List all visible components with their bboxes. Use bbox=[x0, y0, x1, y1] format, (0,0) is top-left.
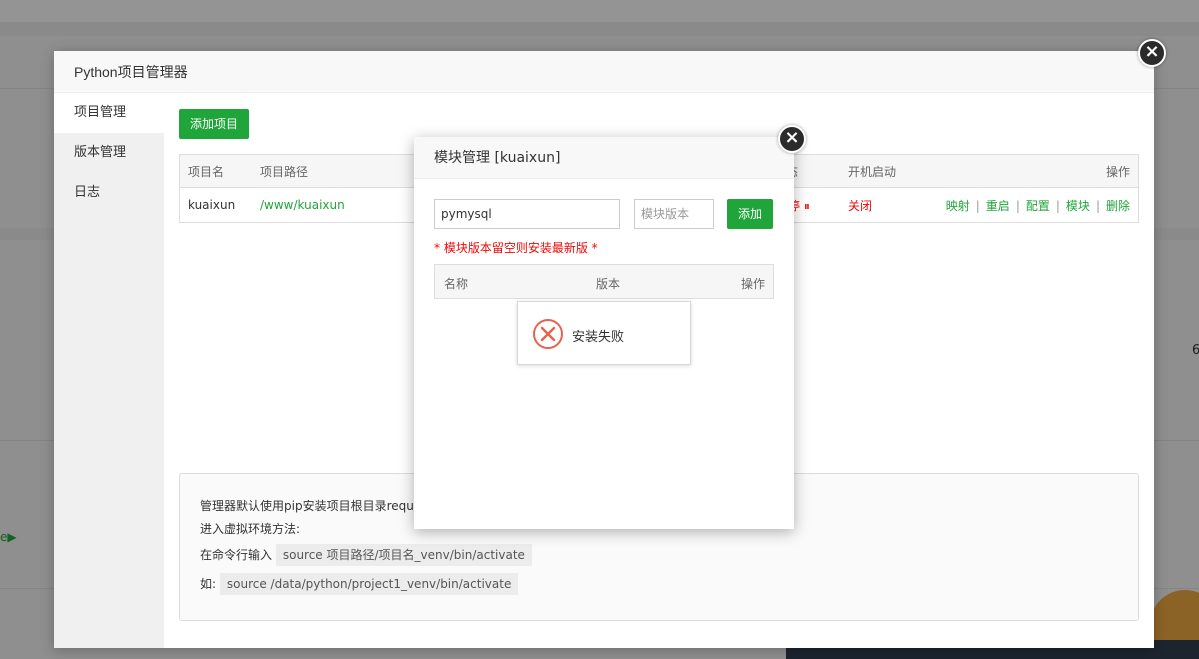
module-name-input[interactable] bbox=[434, 199, 620, 229]
module-header-ops: 操作 bbox=[740, 277, 765, 291]
module-version-input[interactable] bbox=[634, 199, 714, 229]
separator: | bbox=[1055, 198, 1060, 213]
header-ops: 操作 bbox=[1105, 164, 1130, 179]
restart-link[interactable]: 重启 bbox=[986, 199, 1010, 213]
toast-message: 安装失败 bbox=[572, 330, 625, 345]
add-project-button[interactable]: 添加项目 bbox=[179, 109, 249, 139]
dialog-sidebar: 项目管理 版本管理 日志 bbox=[54, 93, 164, 648]
error-toast: 安装失败 bbox=[517, 301, 691, 365]
module-header-version: 版本 bbox=[596, 277, 621, 291]
module-table-header: 名称 版本 操作 bbox=[434, 264, 774, 299]
map-link[interactable]: 映射 bbox=[946, 199, 970, 213]
module-table: 名称 版本 操作 bbox=[434, 264, 774, 299]
help-code: source 项目路径/项目名_venv/bin/activate bbox=[275, 544, 532, 566]
separator: | bbox=[1095, 198, 1100, 213]
separator: | bbox=[1015, 198, 1020, 213]
header-boot: 开机启动 bbox=[848, 164, 897, 179]
modal-title: 模块管理 [kuaixun] bbox=[414, 137, 794, 179]
project-ops: 映射 | 重启 | 配置 | 模块 | 删除 bbox=[946, 197, 1130, 214]
help-line: 如: source /data/python/project1_venv/bin… bbox=[200, 573, 1118, 595]
project-boot-toggle[interactable]: 关闭 bbox=[848, 197, 872, 214]
error-circle-icon bbox=[533, 319, 563, 349]
help-label: 如: bbox=[200, 577, 217, 591]
header-path: 项目路径 bbox=[260, 164, 309, 179]
close-icon[interactable]: × bbox=[1138, 39, 1166, 67]
project-path-link[interactable]: /www/kuaixun bbox=[260, 198, 345, 212]
delete-link[interactable]: 删除 bbox=[1106, 199, 1130, 213]
separator: | bbox=[975, 198, 980, 213]
sidebar-item-versions[interactable]: 版本管理 bbox=[54, 133, 164, 173]
module-tip: * 模块版本留空则安装最新版 * bbox=[434, 241, 598, 255]
sidebar-item-projects[interactable]: 项目管理 bbox=[54, 93, 164, 133]
close-icon[interactable]: × bbox=[778, 125, 806, 153]
dialog-title: Python项目管理器 bbox=[54, 51, 1154, 93]
project-name: kuaixun bbox=[188, 198, 236, 212]
config-link[interactable]: 配置 bbox=[1026, 199, 1050, 213]
module-header-name: 名称 bbox=[444, 277, 469, 291]
sidebar-item-logs[interactable]: 日志 bbox=[54, 173, 164, 213]
help-line: 在命令行输入 source 项目路径/项目名_venv/bin/activate bbox=[200, 544, 1118, 566]
help-code: source /data/python/project1_venv/bin/ac… bbox=[219, 573, 519, 595]
module-link[interactable]: 模块 bbox=[1066, 199, 1090, 213]
header-name: 项目名 bbox=[188, 164, 225, 179]
add-module-button[interactable]: 添加 bbox=[727, 199, 773, 229]
help-label: 在命令行输入 bbox=[200, 548, 273, 562]
